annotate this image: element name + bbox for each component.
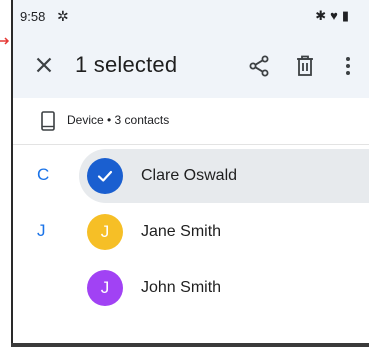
- gear-icon: ✲: [57, 8, 69, 24]
- more-vert-icon[interactable]: [338, 53, 358, 79]
- battery-icon: ▮: [341, 8, 353, 23]
- status-time: 9:58: [20, 9, 46, 24]
- phone-screen: 9:58 ✲ ✱♥▮ 1 selected Device • 3 contact…: [11, 0, 369, 347]
- check-icon: [97, 170, 113, 182]
- device-bezel-bottom: [11, 343, 369, 347]
- selection-count-title: 1 selected: [75, 52, 178, 77]
- account-label: Device • 3 contacts: [67, 113, 170, 127]
- contact-name: Clare Oswald: [141, 167, 238, 184]
- section-letter: J: [37, 221, 46, 240]
- avatar[interactable]: J: [87, 214, 123, 250]
- avatar-initial: J: [100, 222, 110, 241]
- trash-icon[interactable]: [293, 53, 317, 79]
- contact-name: Jane Smith: [141, 223, 222, 240]
- selected-check-avatar[interactable]: [87, 158, 123, 194]
- contact-row-clare-oswald[interactable]: C Clare Oswald: [13, 149, 369, 203]
- contact-row-john-smith[interactable]: J John Smith: [13, 261, 369, 315]
- avatar[interactable]: J: [87, 270, 123, 306]
- selection-app-bar: 1 selected: [13, 34, 369, 98]
- avatar-initial: J: [100, 278, 110, 297]
- section-letter: C: [37, 165, 50, 184]
- contact-name: John Smith: [141, 279, 222, 296]
- wifi-icon: ♥: [330, 8, 342, 23]
- phone-device-icon: [41, 111, 55, 131]
- share-icon[interactable]: [247, 54, 271, 78]
- status-icons: ✱♥▮: [315, 8, 353, 24]
- bluetooth-icon: ✱: [315, 8, 331, 23]
- status-bar: 9:58 ✲ ✱♥▮: [13, 0, 369, 34]
- account-header[interactable]: Device • 3 contacts: [13, 98, 369, 145]
- contact-row-jane-smith[interactable]: J J Jane Smith: [13, 205, 369, 259]
- pointer-arrow-icon: [0, 37, 10, 45]
- close-icon[interactable]: [31, 52, 57, 78]
